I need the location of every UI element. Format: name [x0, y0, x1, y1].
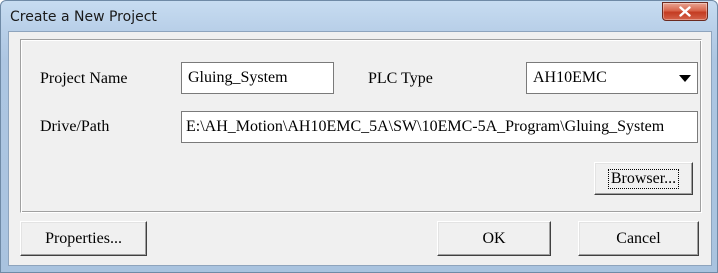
dialog-title: Create a New Project [10, 9, 157, 25]
cancel-button[interactable]: Cancel [578, 221, 699, 256]
ok-button[interactable]: OK [437, 221, 551, 256]
project-name-label: Project Name [40, 70, 128, 87]
project-settings-group: Project Name Gluing_System PLC Type AH10… [20, 39, 702, 213]
plc-type-value: AH10EMC [533, 69, 607, 86]
project-name-input[interactable]: Gluing_System [181, 62, 334, 94]
properties-button[interactable]: Properties... [20, 221, 147, 256]
plc-type-select[interactable]: AH10EMC [526, 62, 698, 94]
browser-button[interactable]: Browser... [594, 162, 693, 195]
browser-button-label: Browser... [607, 168, 680, 189]
drive-path-label: Drive/Path [40, 118, 110, 135]
chevron-down-icon[interactable] [679, 75, 691, 82]
close-x-icon [679, 6, 691, 17]
close-button[interactable] [662, 2, 708, 21]
plc-type-label: PLC Type [368, 70, 433, 87]
dialog-window: Create a New Project Project Name Gluing… [0, 0, 718, 273]
dialog-body: Project Name Gluing_System PLC Type AH10… [8, 31, 712, 266]
drive-path-input[interactable]: E:\AH_Motion\AH10EMC_5A\SW\10EMC-5A_Prog… [181, 111, 698, 143]
title-bar[interactable]: Create a New Project [1, 1, 717, 31]
